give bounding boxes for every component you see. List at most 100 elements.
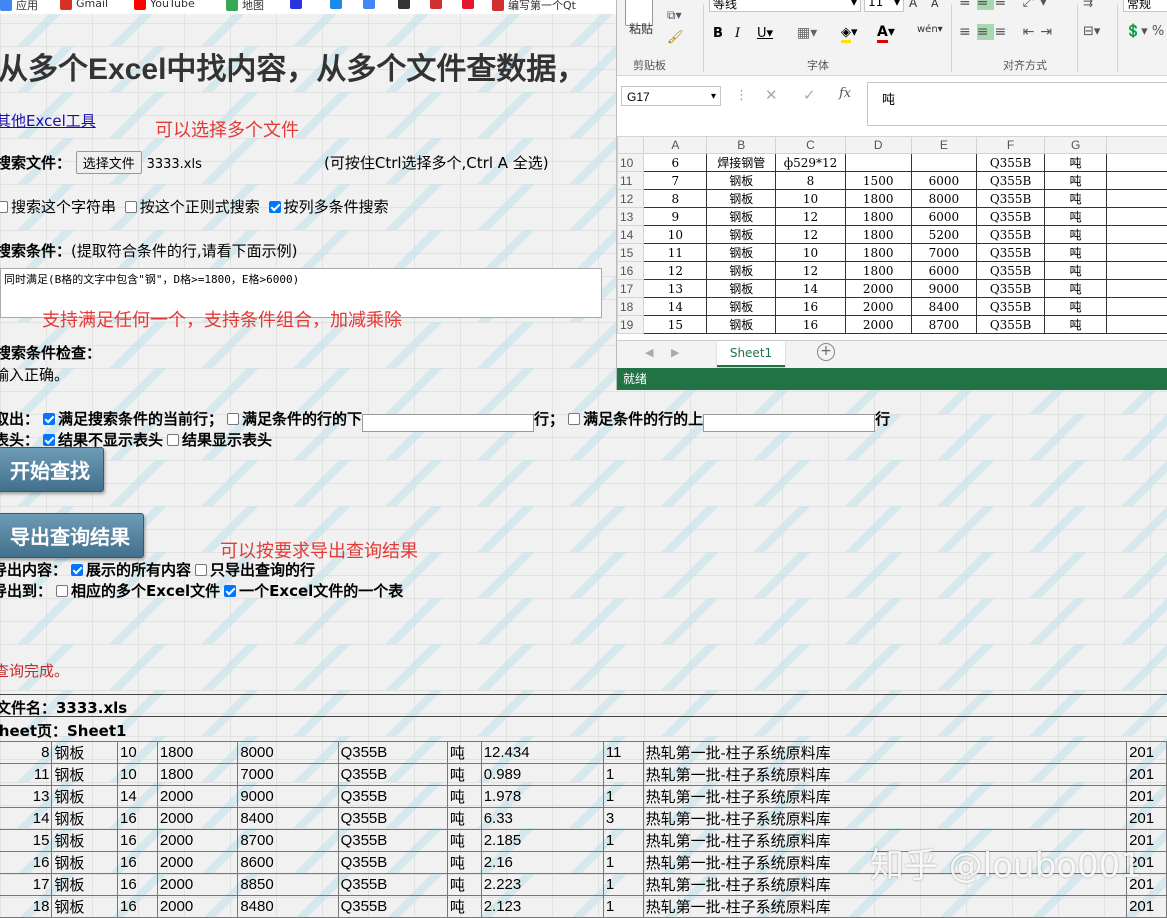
number-format-select[interactable]: 常规 <box>1123 0 1167 12</box>
bookmark-item[interactable] <box>363 0 375 9</box>
column-header[interactable]: C <box>776 137 846 154</box>
grid-cell[interactable]: 2000 <box>845 298 911 316</box>
grid-cell[interactable] <box>845 154 911 172</box>
grid-cell[interactable]: 1800 <box>845 190 911 208</box>
grid-cell[interactable]: Q355B <box>977 226 1045 244</box>
bookmark-item[interactable] <box>462 0 474 9</box>
formula-input[interactable]: 吨 <box>867 82 1167 126</box>
format-painter-icon[interactable]: 🖌 <box>667 30 684 45</box>
grid-cell[interactable]: 1500 <box>845 172 911 190</box>
grid-cell[interactable]: 钢板 <box>707 208 776 226</box>
column-header[interactable]: G <box>1044 137 1107 154</box>
grid-cell[interactable]: 吨 <box>1044 298 1107 316</box>
grid-cell[interactable]: 钢板 <box>707 298 776 316</box>
grid-cell[interactable]: 6000 <box>911 172 977 190</box>
grid-cell[interactable] <box>1107 172 1167 190</box>
cancel-icon[interactable]: ✕ <box>765 86 778 104</box>
grid-cell[interactable]: 2000 <box>845 280 911 298</box>
grid-cell[interactable]: 5200 <box>911 226 977 244</box>
grid-cell[interactable]: 10 <box>776 244 846 262</box>
grid-cell[interactable]: Q355B <box>977 316 1045 334</box>
grid-cell[interactable]: Q355B <box>977 262 1045 280</box>
take-current-checkbox[interactable] <box>43 413 55 425</box>
grid-cell[interactable]: 10 <box>644 226 707 244</box>
row-header[interactable]: 16 <box>618 262 644 280</box>
grid-cell[interactable]: ф529*12 <box>776 154 846 172</box>
grid-cell[interactable]: 12 <box>776 262 846 280</box>
choose-file-button[interactable]: 选择文件 <box>76 151 142 174</box>
grid-cell[interactable]: 9 <box>644 208 707 226</box>
bookmark-item[interactable] <box>430 0 442 9</box>
grid-cell[interactable]: Q355B <box>977 280 1045 298</box>
grid-cell[interactable]: 7 <box>644 172 707 190</box>
grid-cell[interactable]: 1800 <box>845 226 911 244</box>
column-header[interactable] <box>1107 137 1167 154</box>
grid-cell[interactable]: 吨 <box>1044 280 1107 298</box>
grid-cell[interactable]: 吨 <box>1044 208 1107 226</box>
row-header[interactable]: 11 <box>618 172 644 190</box>
start-search-button[interactable]: 开始查找 <box>0 447 104 492</box>
phonetic-icon[interactable]: wén▾ <box>917 24 943 35</box>
bold-icon[interactable]: B <box>713 26 723 41</box>
row-header[interactable]: 12 <box>618 190 644 208</box>
header-show-checkbox[interactable] <box>167 434 179 446</box>
bookmark-item[interactable] <box>330 0 342 9</box>
grid-cell[interactable]: 10 <box>776 190 846 208</box>
underline-icon[interactable]: U▾ <box>757 26 773 41</box>
row-header[interactable]: 18 <box>618 298 644 316</box>
name-box[interactable]: G17▾ <box>621 86 721 106</box>
export-all-checkbox[interactable] <box>71 564 83 576</box>
grid-cell[interactable]: 1800 <box>845 262 911 280</box>
bookmark-item[interactable]: Gmail <box>60 0 108 10</box>
grid-cell[interactable]: 8000 <box>911 190 977 208</box>
below-rows-input[interactable] <box>362 414 534 432</box>
column-header[interactable]: A <box>644 137 707 154</box>
grid-cell[interactable]: Q355B <box>977 208 1045 226</box>
multi-condition-checkbox[interactable] <box>269 201 281 213</box>
grid-cell[interactable]: 1800 <box>845 244 911 262</box>
font-grow-icon[interactable]: A <box>909 0 917 10</box>
insert-function-icon[interactable]: fx <box>839 86 851 101</box>
grid-cell[interactable]: 8 <box>776 172 846 190</box>
grid-cell[interactable]: 8400 <box>911 298 977 316</box>
grid-cell[interactable]: 吨 <box>1044 154 1107 172</box>
grid-cell[interactable]: 钢板 <box>707 262 776 280</box>
bookmark-item[interactable]: YouTube <box>134 0 195 10</box>
above-rows-input[interactable] <box>703 414 875 432</box>
export-single-checkbox[interactable] <box>224 585 236 597</box>
grid-cell[interactable]: Q355B <box>977 244 1045 262</box>
grid-cell[interactable]: 8 <box>644 190 707 208</box>
regex-mode-checkbox[interactable] <box>125 201 137 213</box>
grid-cell[interactable]: Q355B <box>977 190 1045 208</box>
bookmark-item[interactable]: 编写第一个Qt <box>492 0 576 13</box>
sheet-tab-sheet1[interactable]: Sheet1 <box>717 341 785 367</box>
select-all-corner[interactable] <box>618 137 644 154</box>
grid-cell[interactable]: Q355B <box>977 298 1045 316</box>
wrap-text-icon[interactable]: ⇶ <box>1083 0 1093 8</box>
header-hide-checkbox[interactable] <box>43 434 55 446</box>
font-shrink-icon[interactable]: A <box>931 0 939 10</box>
grid-cell[interactable]: 9000 <box>911 280 977 298</box>
italic-icon[interactable]: I <box>735 26 740 41</box>
font-color-icon[interactable]: A▾ <box>877 24 895 40</box>
font-size-select[interactable]: 11▾ <box>864 0 904 12</box>
grid-cell[interactable]: 吨 <box>1044 226 1107 244</box>
row-header[interactable]: 14 <box>618 226 644 244</box>
fill-color-icon[interactable]: ◈▾ <box>841 25 858 40</box>
currency-icon[interactable]: 💲▾ % <box>1125 24 1164 39</box>
add-sheet-icon[interactable]: + <box>817 343 835 361</box>
grid-cell[interactable]: 钢板 <box>707 244 776 262</box>
row-header[interactable]: 19 <box>618 316 644 334</box>
grid-cell[interactable]: 2000 <box>845 316 911 334</box>
grid-cell[interactable] <box>1107 190 1167 208</box>
horizontal-align-icons[interactable]: ≡≡≡ ⇤⇥ <box>959 24 1058 40</box>
grid-cell[interactable]: 焊接钢管 <box>707 154 776 172</box>
grid-cell[interactable]: 6000 <box>911 262 977 280</box>
grid-cell[interactable]: 1800 <box>845 208 911 226</box>
grid-cell[interactable]: 12 <box>776 208 846 226</box>
confirm-icon[interactable]: ✓ <box>803 86 816 104</box>
font-name-select[interactable]: 等线▾ <box>709 0 861 12</box>
scroll-right-icon[interactable]: ▶ <box>671 346 679 359</box>
grid-cell[interactable] <box>1107 226 1167 244</box>
border-icon[interactable]: ▦▾ <box>797 25 817 41</box>
